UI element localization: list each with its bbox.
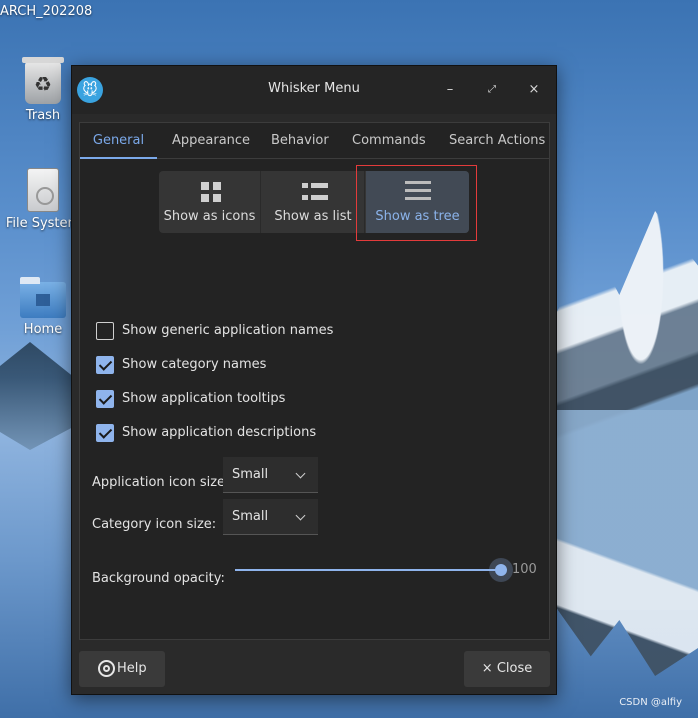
tab-bar: General Appearance Behavior Commands Sea…	[80, 123, 549, 159]
tab-behavior[interactable]: Behavior	[271, 123, 329, 159]
help-button[interactable]: Help	[79, 651, 165, 687]
checkbox-generic-names[interactable]	[96, 322, 114, 340]
chevron-down-icon	[295, 468, 306, 479]
maximize-button[interactable]: ⤢	[482, 80, 502, 100]
checkbox-category-names[interactable]	[96, 356, 114, 374]
titlebar[interactable]: 🐭 Whisker Menu – ⤢ ×	[72, 66, 556, 114]
checkbox-label: Show application descriptions	[122, 425, 317, 440]
tab-general[interactable]: General	[80, 123, 157, 159]
watermark: CSDN @alfiy	[619, 697, 682, 708]
view-mode-label: Show as list	[274, 209, 352, 224]
settings-notebook: General Appearance Behavior Commands Sea…	[79, 122, 550, 640]
category-icon-size-select[interactable]: Small	[223, 499, 318, 535]
checkbox-label: Show generic application names	[122, 323, 334, 338]
checkbox-label: Show application tooltips	[122, 391, 286, 406]
drive-icon	[27, 168, 59, 212]
close-button[interactable]: × Close	[464, 651, 550, 687]
lifebuoy-icon	[98, 660, 115, 677]
opacity-slider-track[interactable]	[235, 569, 501, 571]
view-mode-label: Show as tree	[375, 209, 460, 224]
show-as-list-button[interactable]: Show as list	[262, 171, 365, 233]
opacity-slider-thumb[interactable]	[495, 564, 507, 576]
chevron-down-icon	[295, 510, 306, 521]
checkbox-label: Show category names	[122, 357, 267, 372]
close-button-label: Close	[496, 661, 533, 676]
tree-icon	[405, 181, 431, 203]
grid-icon	[201, 182, 221, 202]
tab-appearance[interactable]: Appearance	[172, 123, 250, 159]
background-opacity-label: Background opacity:	[92, 571, 225, 586]
app-icon-size-select[interactable]: Small	[223, 457, 318, 493]
category-icon-size-value: Small	[232, 509, 269, 524]
desktop-top-label: ARCH_202208	[0, 4, 93, 19]
show-as-tree-button[interactable]: Show as tree	[366, 171, 469, 233]
minimize-button[interactable]: –	[440, 80, 460, 100]
tab-commands[interactable]: Commands	[352, 123, 426, 159]
show-as-icons-button[interactable]: Show as icons	[159, 171, 261, 233]
wallpaper-shore	[0, 342, 75, 450]
whisker-menu-dialog: 🐭 Whisker Menu – ⤢ × General Appearance …	[71, 65, 557, 695]
help-button-label: Help	[117, 661, 147, 676]
window-close-button[interactable]: ×	[524, 80, 544, 100]
tab-search-actions[interactable]: Search Actions	[449, 123, 545, 159]
opacity-value: 100	[512, 562, 537, 577]
folder-home-icon	[20, 277, 66, 318]
recycle-icon: ♻	[22, 57, 64, 104]
list-icon	[302, 182, 328, 202]
view-mode-selector: Show as icons Show as list Show as tree	[159, 171, 469, 233]
wallpaper-reflection	[555, 410, 698, 676]
category-icon-size-label: Category icon size:	[92, 517, 217, 532]
checkbox-tooltips[interactable]	[96, 390, 114, 408]
app-icon-size-value: Small	[232, 467, 269, 482]
checkbox-descriptions[interactable]	[96, 424, 114, 442]
app-icon-size-label: Application icon size:	[92, 475, 230, 490]
close-icon: ×	[481, 661, 493, 676]
view-mode-label: Show as icons	[163, 209, 256, 224]
